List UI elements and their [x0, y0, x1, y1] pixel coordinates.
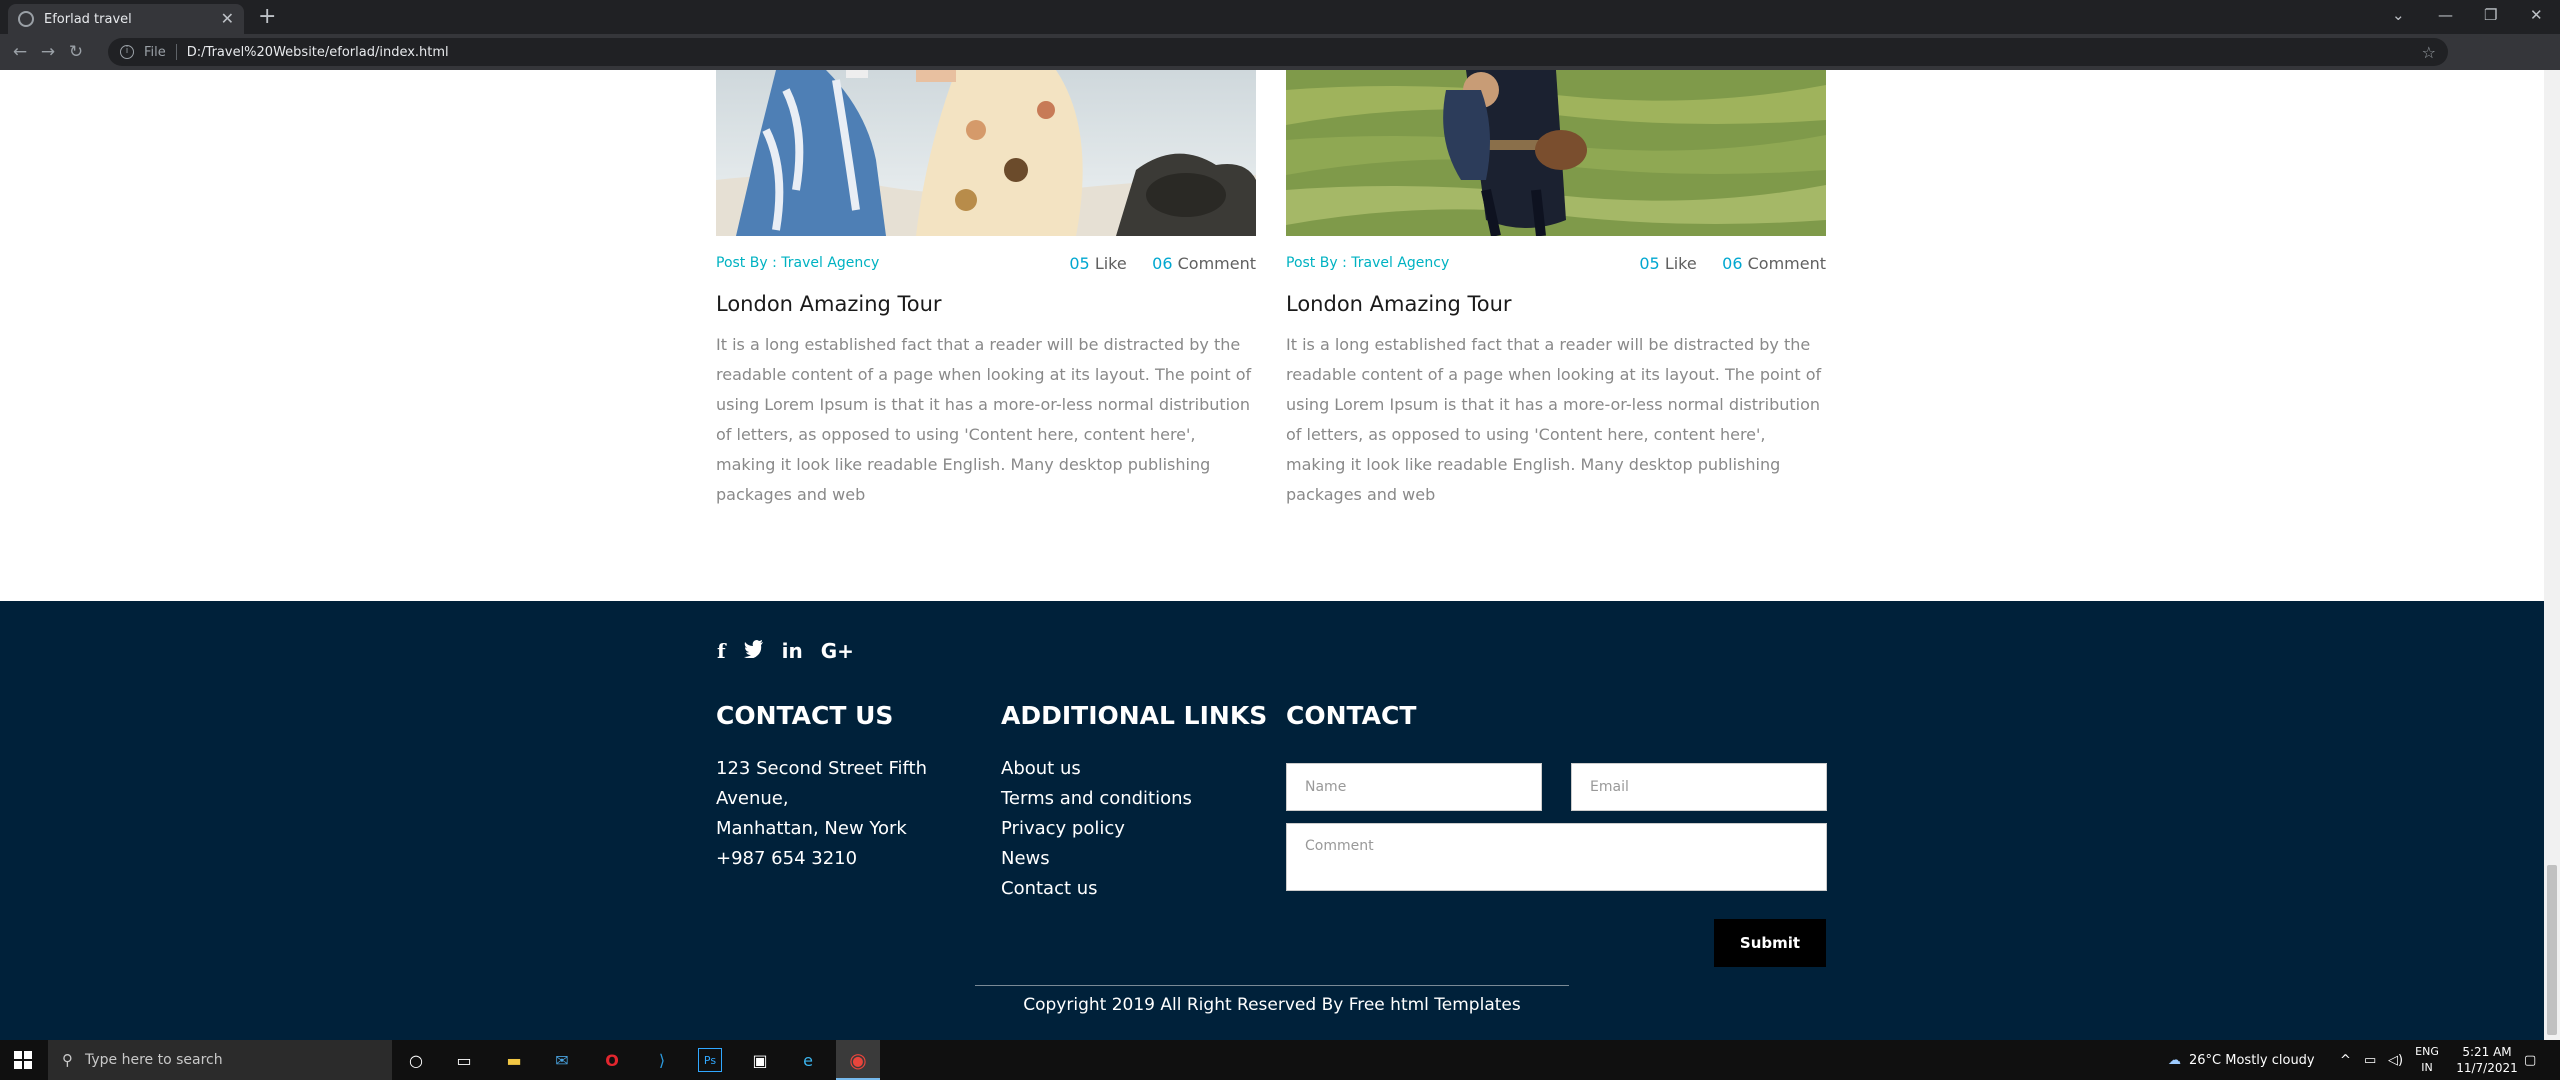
- clock-date: 11/7/2021: [2456, 1061, 2518, 1075]
- bookmark-star-icon[interactable]: ☆: [2422, 43, 2436, 62]
- cloud-icon: ☁: [2168, 1052, 2181, 1068]
- blog-card-text: It is a long established fact that a rea…: [716, 335, 1252, 504]
- address-line: Avenue,: [716, 788, 789, 809]
- store-icon[interactable]: ▣: [748, 1048, 772, 1072]
- show-hidden-icons[interactable]: ^: [2340, 1040, 2351, 1080]
- blog-card: Post By : Travel Agency 05 Like 06 Comme…: [1286, 70, 1826, 510]
- name-field[interactable]: Name: [1286, 763, 1542, 811]
- network-icon[interactable]: ▭: [2364, 1040, 2376, 1080]
- submit-button[interactable]: Submit: [1714, 919, 1826, 967]
- file-explorer-icon[interactable]: ▬: [502, 1048, 526, 1072]
- windows-start-icon[interactable]: [14, 1051, 32, 1073]
- browser-tab[interactable]: Eforlad travel ✕: [8, 4, 244, 34]
- comment-label[interactable]: Comment: [1748, 254, 1826, 273]
- taskbar-search-box[interactable]: ⚲ Type here to search: [48, 1040, 392, 1080]
- language-indicator[interactable]: ENG IN: [2412, 1044, 2442, 1076]
- windows-taskbar: ⚲ Type here to search ○ ▭ ▬ ✉ O ⟩ Ps ▣ e…: [0, 1040, 2560, 1080]
- google-plus-icon[interactable]: G+: [821, 639, 854, 663]
- vscode-icon[interactable]: ⟩: [650, 1048, 674, 1072]
- weather-widget[interactable]: ☁ 26°C Mostly cloudy: [2168, 1040, 2315, 1080]
- notifications-icon[interactable]: ▢: [2524, 1040, 2536, 1080]
- blog-card-image[interactable]: [716, 70, 1256, 236]
- like-count: 05: [1069, 253, 1090, 273]
- site-footer: f in G+ CONTACT US 123 Second Street Fif…: [0, 601, 2544, 1040]
- address-line: Manhattan, New York: [716, 818, 907, 839]
- contact-us-column: CONTACT US 123 Second Street Fifth Avenu…: [716, 701, 927, 874]
- footer-link-privacy[interactable]: Privacy policy: [1001, 814, 1267, 844]
- like-label[interactable]: Like: [1095, 254, 1127, 273]
- like-count: 05: [1639, 253, 1660, 273]
- social-links: f in G+: [717, 639, 854, 663]
- forward-icon[interactable]: →: [34, 42, 62, 62]
- restore-icon[interactable]: ❐: [2484, 6, 2497, 24]
- volume-icon[interactable]: ◁): [2388, 1040, 2403, 1080]
- contact-form-column: CONTACT: [1286, 701, 1416, 754]
- tab-title: Eforlad travel: [44, 11, 132, 27]
- opera-icon[interactable]: O: [600, 1048, 624, 1072]
- comment-count: 06: [1152, 253, 1173, 273]
- footer-link-news[interactable]: News: [1001, 844, 1267, 874]
- url-text[interactable]: D:/Travel%20Website/eforlad/index.html: [187, 45, 449, 60]
- task-view-icon[interactable]: ▭: [452, 1048, 476, 1072]
- url-scheme: File: [144, 44, 166, 60]
- email-field[interactable]: Email: [1571, 763, 1827, 811]
- address-bar[interactable]: i File D:/Travel%20Website/eforlad/index…: [108, 38, 2448, 66]
- photoshop-icon[interactable]: Ps: [698, 1048, 722, 1072]
- edge-icon[interactable]: e: [796, 1048, 820, 1072]
- search-placeholder: Type here to search: [85, 1052, 223, 1068]
- additional-links-heading: ADDITIONAL LINKS: [1001, 701, 1268, 730]
- back-icon[interactable]: ←: [6, 42, 34, 62]
- chrome-icon[interactable]: ◉: [846, 1048, 870, 1072]
- like-comment-counts: 05 Like 06 Comment: [1639, 254, 1826, 273]
- cortana-icon[interactable]: ○: [404, 1048, 428, 1072]
- close-window-icon[interactable]: ✕: [2530, 6, 2543, 24]
- browser-toolbar: ← → ↻ i File D:/Travel%20Website/eforlad…: [0, 34, 2560, 92]
- url-separator: [175, 44, 177, 60]
- close-tab-icon[interactable]: ✕: [221, 11, 234, 27]
- footer-link-contact[interactable]: Contact us: [1001, 874, 1267, 904]
- weather-text: 26°C Mostly cloudy: [2189, 1052, 2315, 1068]
- blog-card: Post By : Travel Agency 05 Like 06 Comme…: [716, 70, 1256, 510]
- blog-card-meta: Post By : Travel Agency 05 Like 06 Comme…: [716, 252, 1256, 274]
- additional-links-column: ADDITIONAL LINKS About us Terms and cond…: [1001, 701, 1267, 904]
- blog-card-meta: Post By : Travel Agency 05 Like 06 Comme…: [1286, 252, 1826, 274]
- comment-count: 06: [1722, 253, 1743, 273]
- mail-icon[interactable]: ✉: [550, 1048, 574, 1072]
- scrollbar-thumb[interactable]: [2547, 865, 2557, 1035]
- footer-link-terms[interactable]: Terms and conditions: [1001, 784, 1267, 814]
- address-line: 123 Second Street Fifth: [716, 758, 927, 779]
- minimize-icon[interactable]: —: [2438, 6, 2453, 24]
- blog-card-title[interactable]: London Amazing Tour: [716, 292, 1256, 316]
- phone-number: +987 654 3210: [716, 848, 858, 869]
- contact-us-heading: CONTACT US: [716, 701, 894, 730]
- lang-line2: IN: [2421, 1061, 2433, 1074]
- system-clock[interactable]: 5:21 AM 11/7/2021: [2452, 1044, 2522, 1076]
- blog-card-image[interactable]: [1286, 70, 1826, 236]
- comment-field[interactable]: Comment: [1286, 823, 1827, 891]
- lang-line1: ENG: [2415, 1045, 2439, 1058]
- clock-time: 5:21 AM: [2462, 1045, 2512, 1059]
- globe-icon: [18, 11, 34, 27]
- contact-heading: CONTACT: [1286, 701, 1417, 730]
- search-icon: ⚲: [62, 1051, 73, 1069]
- facebook-icon[interactable]: f: [717, 639, 726, 663]
- copyright-text: Copyright 2019 All Right Reserved By Fre…: [1023, 995, 1521, 1015]
- tab-search-icon[interactable]: ⌄: [2392, 6, 2405, 24]
- blog-card-title[interactable]: London Amazing Tour: [1286, 292, 1826, 316]
- post-author[interactable]: Post By : Travel Agency: [716, 255, 879, 271]
- post-author[interactable]: Post By : Travel Agency: [1286, 255, 1449, 271]
- blog-card-text: It is a long established fact that a rea…: [1286, 335, 1822, 504]
- footer-link-about[interactable]: About us: [1001, 754, 1267, 784]
- comment-label[interactable]: Comment: [1178, 254, 1256, 273]
- page-viewport: Post By : Travel Agency 05 Like 06 Comme…: [0, 70, 2544, 1040]
- footer-divider: [975, 985, 1569, 986]
- new-tab-icon[interactable]: +: [258, 6, 276, 28]
- info-icon[interactable]: i: [120, 45, 134, 59]
- like-comment-counts: 05 Like 06 Comment: [1069, 254, 1256, 273]
- reload-icon[interactable]: ↻: [62, 42, 90, 62]
- twitter-icon[interactable]: [743, 639, 764, 663]
- linkedin-icon[interactable]: in: [782, 639, 803, 663]
- like-label[interactable]: Like: [1665, 254, 1697, 273]
- browser-tab-strip: Eforlad travel ✕ + ⌄ — ❐ ✕: [0, 0, 2560, 34]
